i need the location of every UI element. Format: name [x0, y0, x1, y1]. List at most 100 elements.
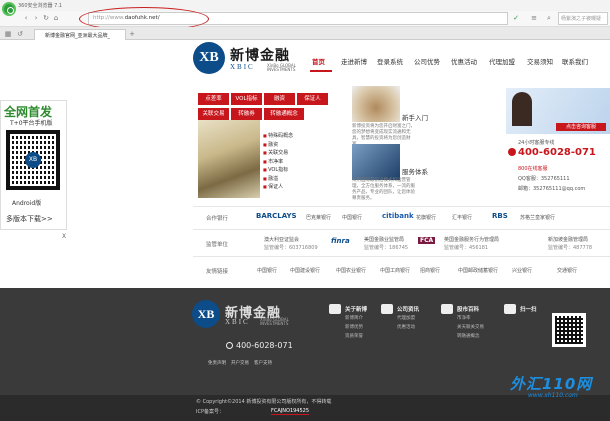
mas-name[interactable]: 新加坡金融管理局 [548, 236, 588, 243]
ad-download-link[interactable]: 多版本下载>> [6, 214, 53, 224]
asic-name[interactable]: 澳大利亚证监会 [264, 236, 299, 243]
nav-active-underline [310, 70, 332, 72]
icp-number: FCAJNO194525 [271, 408, 310, 415]
middle-title-1[interactable]: 新手入门 [402, 112, 428, 122]
grid-item-0-2[interactable]: 融资 [264, 93, 295, 105]
mas-id: 监管编号：487778 [548, 245, 593, 251]
grid-item-0-3[interactable]: 保证人 [297, 93, 328, 105]
security-icon[interactable]: ✓ [512, 14, 520, 22]
footer-col-item-0-2[interactable]: 资质荣誉 [345, 333, 363, 339]
divider [193, 229, 610, 230]
footer-col-icon-0 [329, 304, 341, 314]
reader-icon[interactable]: ≡ [530, 14, 538, 22]
friend-link-2[interactable]: 中国农业银行 [336, 267, 366, 274]
nav-item-7[interactable]: 联系我们 [562, 56, 588, 66]
friend-link-1[interactable]: 中国建设银行 [290, 267, 320, 274]
nav-item-6[interactable]: 交易须知 [527, 56, 553, 66]
fca-id: 监管编号：456181 [444, 245, 489, 251]
friend-link-7[interactable]: 交通银行 [557, 267, 577, 274]
nav-item-2[interactable]: 登录系统 [377, 56, 403, 66]
nav-item-0[interactable]: 首页 [312, 56, 325, 66]
footer-logo[interactable]: XB [192, 300, 220, 328]
footer-col-item-1-1[interactable]: 优惠活动 [397, 324, 415, 330]
browser-tab[interactable]: 新博金融官网_亚洲最大品牌_ [34, 29, 126, 40]
grid-item-0-1[interactable]: VOL指标 [231, 93, 262, 105]
feature-item-3[interactable]: 市净率 [263, 158, 283, 165]
window-title: 360安全浏览器 7.1 [0, 0, 610, 11]
handshake-photo [352, 144, 400, 180]
friend-link-6[interactable]: 兴业银行 [512, 267, 532, 274]
grid-item-1-2[interactable]: 转融通概念 [264, 108, 304, 120]
footer-col-item-2-1[interactable]: 关天联关交易 [457, 324, 484, 330]
forward-icon[interactable]: › [32, 14, 40, 22]
search-icon[interactable]: ⌕ [545, 14, 553, 22]
feature-item-6[interactable]: 保证人 [263, 183, 283, 190]
divider [193, 206, 610, 207]
back-icon[interactable]: ‹ [22, 14, 30, 22]
nav-item-4[interactable]: 优惠活动 [451, 56, 477, 66]
fca-logo[interactable]: FCA [418, 237, 436, 244]
brand-name-en: XBIC [230, 63, 255, 71]
footer-link-2[interactable]: 客户支持 [254, 360, 272, 366]
feature-item-5[interactable]: 融溢 [263, 175, 278, 182]
footer-col-item-2-2[interactable]: 转融通概念 [457, 333, 480, 339]
citibank-logo[interactable]: citibank [382, 212, 414, 220]
fca-name: 英国金融服务行为管理局 [444, 237, 500, 243]
friend-link-0[interactable]: 中国银行 [257, 267, 277, 274]
friend-link-3[interactable]: 中国工商银行 [380, 267, 410, 274]
grid-item-1-0[interactable]: 关联交易 [198, 108, 229, 120]
search-input[interactable]: 杨紫演之子被曝疑 [558, 12, 608, 25]
footer-col-icon-3 [504, 304, 516, 314]
footer-col-head-0[interactable]: 关于新博 [345, 305, 367, 313]
hsbc-logo[interactable]: 汇丰银行 [452, 214, 472, 221]
coins-hand-photo [352, 86, 400, 122]
watermark-logo: 外汇110网 [510, 375, 593, 393]
email-label[interactable]: 邮箱：352765111@qq.com [518, 185, 585, 192]
nav-item-5[interactable]: 代理加盟 [489, 56, 515, 66]
browser-logo-icon[interactable] [2, 2, 16, 16]
hotline-number: 400-6028-071 [518, 147, 596, 158]
footer-col-item-1-0[interactable]: 代理加盟 [397, 315, 415, 321]
tab-list-icon[interactable]: ▦ [4, 30, 12, 38]
footer-col-item-2-0[interactable]: 市净率 [457, 315, 471, 321]
boc-logo[interactable]: 中国银行 [342, 214, 362, 221]
grid-item-1-1[interactable]: 转融券 [231, 108, 262, 120]
footer-col-icon-2 [441, 304, 453, 314]
footer-col-head-1[interactable]: 公司资讯 [397, 305, 419, 313]
new-tab-icon[interactable]: + [128, 30, 136, 38]
consult-button[interactable]: 点击咨询客服 [556, 123, 606, 131]
footer-link-1[interactable]: 开户交易 [231, 360, 249, 366]
rbs-logo[interactable]: RBS [492, 212, 508, 220]
footer-col-item-0-0[interactable]: 新博简介 [345, 315, 363, 321]
ad-close-button[interactable]: X [62, 233, 66, 240]
site-logo[interactable]: XB [193, 42, 225, 74]
home-icon[interactable]: ⌂ [52, 14, 60, 22]
footer-phone-icon [226, 342, 233, 349]
footer-col-head-2[interactable]: 股市百科 [457, 305, 479, 313]
qq-label[interactable]: QQ客服：352765111 [518, 175, 570, 182]
feature-item-1[interactable]: 融资 [263, 141, 278, 148]
friend-link-4[interactable]: 招商银行 [420, 267, 440, 274]
tel-label[interactable]: 800在线客服 [518, 165, 548, 172]
hours-label: 24小时客服专线 [518, 140, 555, 146]
finra-logo[interactable]: finra [331, 237, 350, 245]
footer-col-head-3[interactable]: 扫一扫 [520, 305, 537, 313]
refresh-icon[interactable]: ↻ [42, 14, 50, 22]
tab-restore-icon[interactable]: ↺ [16, 30, 24, 38]
middle-title-2[interactable]: 服务体系 [402, 166, 428, 176]
footer-col-item-0-1[interactable]: 新博优势 [345, 324, 363, 330]
qr-logo: XB [25, 152, 41, 168]
bank-label: 合作银行 [206, 216, 229, 222]
nav-item-1[interactable]: 走进新博 [341, 56, 367, 66]
grid-item-0-0[interactable]: 点差率 [198, 93, 229, 105]
phone-icon [508, 148, 516, 156]
friend-link-5[interactable]: 中国邮政储蓄银行 [458, 267, 498, 274]
nav-item-3[interactable]: 公司优势 [414, 56, 440, 66]
feature-item-0[interactable]: 特殊码概念 [263, 132, 293, 139]
footer-col-icon-1 [381, 304, 393, 314]
feature-item-4[interactable]: VOL指标 [263, 166, 288, 173]
feature-item-2[interactable]: 关联交易 [263, 149, 288, 156]
agent-figure [512, 92, 532, 126]
barclays-logo[interactable]: BARCLAYS [256, 212, 297, 220]
footer-link-0[interactable]: 免责声明 [208, 360, 226, 366]
